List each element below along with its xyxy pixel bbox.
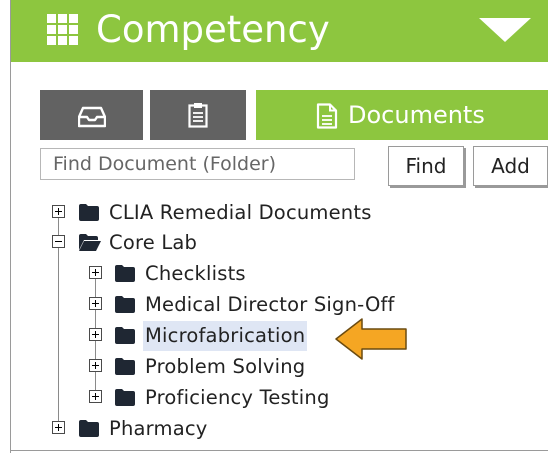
tree-item-problem-solving[interactable]: Problem Solving xyxy=(89,353,349,383)
tree-item-clia-remedial-documents[interactable]: CLIA Remedial Documents xyxy=(52,199,412,229)
expand-icon[interactable] xyxy=(52,421,65,434)
pointer-arrow-icon xyxy=(335,318,407,360)
expand-icon[interactable] xyxy=(89,390,102,403)
tree-item-pharmacy[interactable]: Pharmacy xyxy=(52,415,252,445)
caret-down-icon[interactable] xyxy=(479,18,531,42)
tab-clipboard[interactable] xyxy=(150,90,246,140)
tree-item-proficiency-testing[interactable]: Proficiency Testing xyxy=(89,384,369,414)
frame-left-border xyxy=(10,0,11,453)
add-button[interactable]: Add xyxy=(473,146,548,186)
tree-item-label: Proficiency Testing xyxy=(145,386,330,409)
folder-icon xyxy=(115,327,135,344)
folder-icon xyxy=(115,389,135,406)
expand-icon[interactable] xyxy=(89,328,102,341)
inbox-tray-icon xyxy=(78,106,106,128)
tab-documents[interactable]: Documents xyxy=(256,90,548,140)
tab-documents-label: Documents xyxy=(348,101,485,129)
tree-item-label: Problem Solving xyxy=(145,355,306,378)
frame-bottom-border xyxy=(10,450,548,451)
tree-item-label: Pharmacy xyxy=(109,417,208,440)
collapse-icon[interactable] xyxy=(52,235,65,248)
expand-icon[interactable] xyxy=(89,359,102,372)
expand-icon[interactable] xyxy=(52,205,65,218)
tree-item-label: Core Lab xyxy=(109,231,198,254)
clipboard-icon xyxy=(188,103,208,128)
expand-icon[interactable] xyxy=(89,297,102,310)
find-document-input[interactable] xyxy=(40,148,355,180)
folder-icon xyxy=(115,265,135,282)
folder-open-icon xyxy=(79,234,101,251)
document-icon xyxy=(316,103,338,129)
tree-item-label: Medical Director Sign-Off xyxy=(145,293,395,316)
tree-item-microfabrication[interactable]: Microfabrication xyxy=(89,321,334,352)
folder-icon xyxy=(79,420,99,437)
expand-icon[interactable] xyxy=(89,266,102,279)
app-header: Competency xyxy=(11,0,548,62)
find-button[interactable]: Find xyxy=(388,146,464,186)
tree-item-label-selected: Microfabrication xyxy=(143,321,308,351)
tree-item-core-lab[interactable]: Core Lab xyxy=(52,229,252,259)
folder-icon xyxy=(79,204,99,221)
folder-icon xyxy=(115,296,135,313)
tree-item-label: CLIA Remedial Documents xyxy=(109,201,372,224)
page-title: Competency xyxy=(96,8,330,51)
tree-item-label: Checklists xyxy=(145,262,246,285)
tree-item-checklists[interactable]: Checklists xyxy=(89,260,289,290)
folder-icon xyxy=(115,358,135,375)
grid-icon[interactable] xyxy=(47,14,78,45)
tab-inbox[interactable] xyxy=(40,90,143,140)
